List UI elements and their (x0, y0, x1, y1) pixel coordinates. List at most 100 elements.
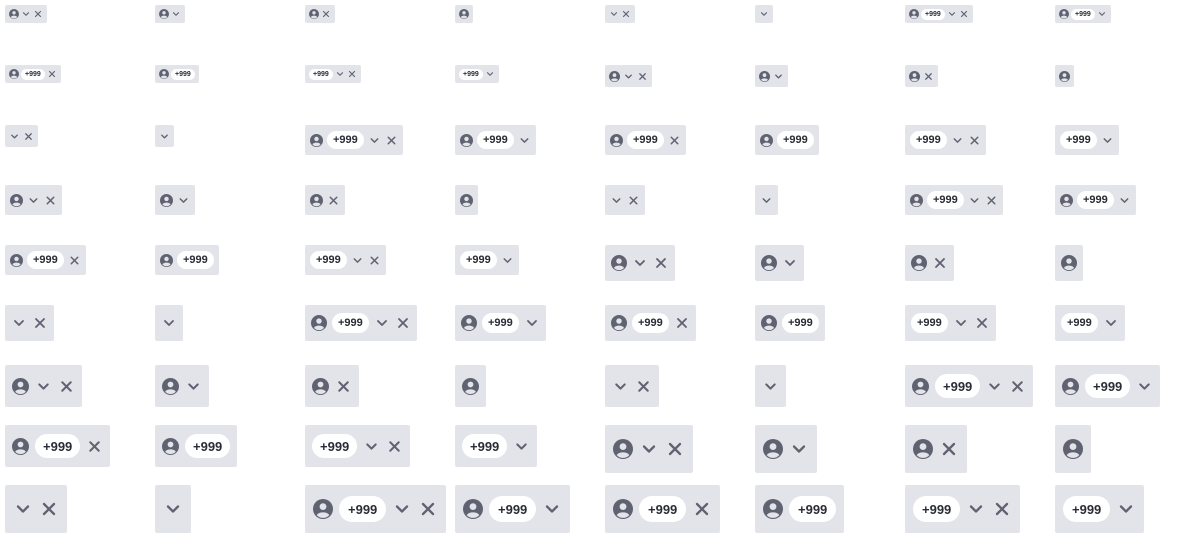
chevron-down-icon[interactable] (27, 194, 40, 207)
chip[interactable] (605, 365, 659, 407)
chevron-down-icon[interactable] (966, 499, 986, 519)
chevron-down-icon[interactable] (947, 9, 957, 19)
close-icon[interactable] (385, 134, 398, 147)
close-icon[interactable] (44, 194, 57, 207)
chevron-down-icon[interactable] (610, 194, 623, 207)
chip[interactable] (155, 485, 191, 533)
close-icon[interactable] (653, 255, 669, 271)
close-icon[interactable] (674, 315, 690, 331)
chip[interactable]: +999 (455, 65, 499, 83)
chip[interactable]: +999 (1055, 305, 1125, 341)
close-icon[interactable] (968, 134, 981, 147)
chip[interactable]: +999 (155, 65, 199, 83)
close-icon[interactable] (368, 254, 381, 267)
close-icon[interactable] (68, 254, 81, 267)
chevron-down-icon[interactable] (968, 194, 981, 207)
chip[interactable] (5, 485, 67, 533)
chip[interactable]: +999 (605, 305, 696, 341)
chevron-down-icon[interactable] (951, 134, 964, 147)
close-icon[interactable] (985, 194, 998, 207)
chip[interactable] (455, 5, 473, 23)
chip[interactable] (155, 365, 209, 407)
close-icon[interactable] (321, 9, 331, 19)
close-icon[interactable] (959, 9, 969, 19)
chip[interactable]: +999 (905, 365, 1034, 407)
chevron-down-icon[interactable] (163, 499, 183, 519)
chevron-down-icon[interactable] (177, 194, 190, 207)
chip[interactable] (5, 365, 82, 407)
close-icon[interactable] (621, 9, 631, 19)
chip[interactable]: +999 (455, 305, 546, 341)
chip[interactable]: +999 (455, 125, 536, 155)
chip[interactable]: +999 (905, 5, 973, 23)
chevron-down-icon[interactable] (1136, 378, 1153, 395)
chip[interactable] (605, 5, 635, 23)
chip[interactable]: +999 (5, 425, 111, 467)
chip[interactable] (155, 305, 183, 341)
chevron-down-icon[interactable] (782, 255, 798, 271)
close-icon[interactable] (635, 378, 652, 395)
chip[interactable]: +999 (1055, 185, 1136, 215)
chip[interactable]: +999 (905, 485, 1021, 533)
close-icon[interactable] (86, 438, 103, 455)
chip[interactable] (755, 425, 817, 473)
chip[interactable]: +999 (305, 65, 361, 83)
chip[interactable] (5, 5, 47, 23)
chevron-down-icon[interactable] (363, 438, 380, 455)
chip[interactable] (755, 245, 804, 281)
chip[interactable]: +999 (305, 305, 417, 341)
chip[interactable] (755, 65, 788, 87)
close-icon[interactable] (637, 71, 648, 82)
chip[interactable] (605, 185, 645, 215)
chip[interactable]: +999 (905, 125, 986, 155)
chip[interactable]: +999 (455, 485, 571, 533)
chip[interactable]: +999 (755, 485, 845, 533)
chevron-down-icon[interactable] (35, 378, 52, 395)
chip[interactable] (455, 185, 478, 215)
chip[interactable]: +999 (755, 125, 819, 155)
chip[interactable]: +999 (905, 305, 996, 341)
chevron-down-icon[interactable] (524, 315, 540, 331)
chevron-down-icon[interactable] (609, 9, 619, 19)
chip[interactable] (755, 185, 778, 215)
close-icon[interactable] (33, 9, 43, 19)
chip[interactable] (1055, 65, 1074, 87)
close-icon[interactable] (335, 378, 352, 395)
chevron-down-icon[interactable] (185, 378, 202, 395)
chip[interactable]: +999 (155, 245, 219, 275)
chip[interactable]: +999 (605, 485, 721, 533)
chip[interactable]: +999 (1055, 485, 1145, 533)
chevron-down-icon[interactable] (542, 499, 562, 519)
chevron-down-icon[interactable] (632, 255, 648, 271)
chip[interactable]: +999 (755, 305, 825, 341)
chevron-down-icon[interactable] (335, 69, 345, 79)
chip[interactable]: +999 (5, 65, 61, 83)
chevron-down-icon[interactable] (1103, 315, 1119, 331)
chip[interactable] (605, 245, 675, 281)
close-icon[interactable] (665, 439, 685, 459)
chip[interactable] (605, 425, 693, 473)
chip[interactable] (5, 125, 38, 147)
chevron-down-icon[interactable] (392, 499, 412, 519)
chip[interactable]: +999 (305, 245, 386, 275)
chevron-down-icon[interactable] (953, 315, 969, 331)
chip[interactable] (905, 245, 954, 281)
chip[interactable] (155, 125, 174, 147)
chevron-down-icon[interactable] (161, 315, 177, 331)
chevron-down-icon[interactable] (374, 315, 390, 331)
chip[interactable] (905, 425, 967, 473)
chevron-down-icon[interactable] (1118, 194, 1131, 207)
chip[interactable]: +999 (1055, 5, 1111, 23)
chip[interactable]: +999 (605, 125, 686, 155)
chevron-down-icon[interactable] (171, 9, 181, 19)
chip[interactable] (305, 365, 359, 407)
chevron-down-icon[interactable] (986, 378, 1003, 395)
chevron-down-icon[interactable] (789, 439, 809, 459)
close-icon[interactable] (23, 131, 34, 142)
chip[interactable] (5, 305, 54, 341)
close-icon[interactable] (39, 499, 59, 519)
chip[interactable] (5, 185, 62, 215)
close-icon[interactable] (327, 194, 340, 207)
chevron-down-icon[interactable] (11, 315, 27, 331)
chevron-down-icon[interactable] (759, 9, 769, 19)
